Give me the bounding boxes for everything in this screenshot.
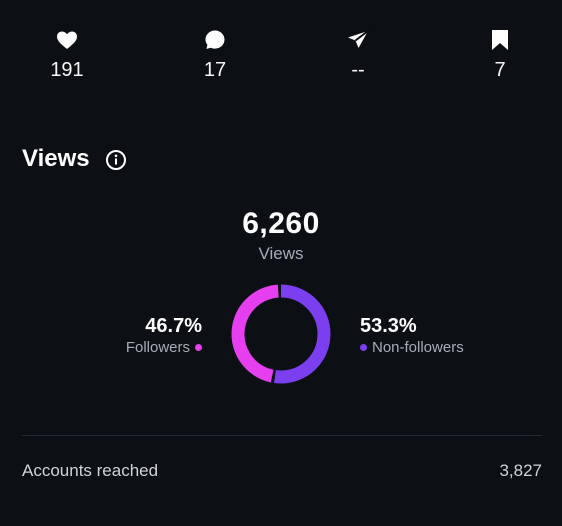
non-followers-legend: 53.3% Non-followers [360,315,464,356]
total-views-value: 6,260 [242,207,320,240]
info-icon[interactable] [105,149,127,171]
likes-stat[interactable]: 191 [22,28,112,82]
bookmark-icon [492,30,508,50]
accounts-reached-label: Accounts reached [22,461,159,480]
comments-count: 17 [203,59,227,81]
saves-count: 7 [494,59,506,81]
non-followers-percent: 53.3% [360,315,417,337]
comment-icon [205,30,225,49]
followers-segment [231,284,331,384]
followers-dot [195,344,202,351]
divider [22,435,542,436]
insights-page: 191 17 -- 7 Views 6,260 Views 46.7% Foll… [0,0,562,526]
section-title: Views [22,145,90,172]
views-donut-chart [231,284,331,384]
send-icon [348,30,369,48]
followers-legend: 46.7% Followers [126,315,202,356]
likes-count: 191 [50,59,84,81]
followers-percent: 46.7% [145,315,202,337]
saves-stat[interactable]: 7 [455,28,545,82]
shares-count: -- [351,59,365,81]
accounts-reached-row[interactable]: Accounts reached 3,827 [22,461,542,481]
engagement-stats: 191 17 -- 7 [0,28,562,88]
shares-stat[interactable]: -- [313,28,403,82]
total-views-label: Views [258,244,304,263]
accounts-reached-value: 3,827 [499,461,542,480]
comments-stat[interactable]: 17 [170,28,260,82]
non-followers-label: Non-followers [372,339,464,356]
heart-icon [57,31,77,49]
followers-label: Followers [125,339,190,356]
non-followers-dot [360,344,367,351]
